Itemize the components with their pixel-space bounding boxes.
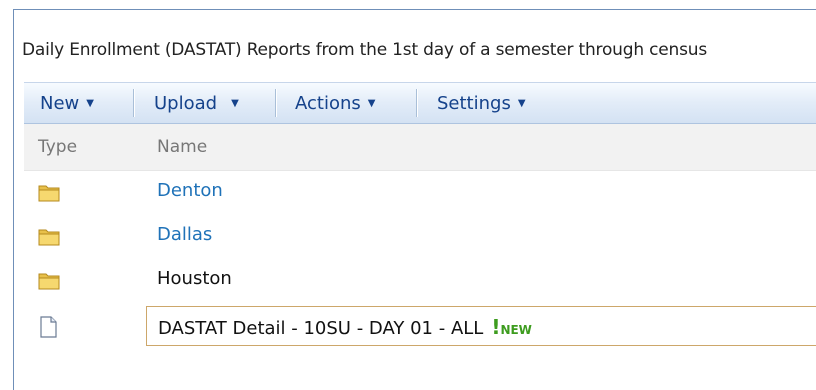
toolbar-separator xyxy=(275,89,276,117)
chevron-down-icon: ▼ xyxy=(517,97,526,109)
folder-icon[interactable] xyxy=(38,182,60,202)
column-header-name[interactable]: Name xyxy=(157,137,207,157)
list-header-row: Type Name xyxy=(24,124,816,171)
toolbar-separator xyxy=(416,89,417,117)
list-item: Denton xyxy=(24,170,816,214)
new-menu-label: New xyxy=(40,92,80,114)
list-item: Houston xyxy=(24,258,816,302)
file-link-dastat-detail[interactable]: DASTAT Detail - 10SU - DAY 01 - ALL xyxy=(158,318,483,339)
library-description: Daily Enrollment (DASTAT) Reports from t… xyxy=(22,40,707,60)
new-menu-button[interactable]: New ▼ xyxy=(40,83,94,123)
document-icon[interactable] xyxy=(38,316,58,338)
chevron-down-icon: ▼ xyxy=(367,97,376,109)
actions-menu-label: Actions xyxy=(295,92,361,114)
upload-menu-button[interactable]: Upload ▼ xyxy=(154,83,239,123)
folder-icon[interactable] xyxy=(38,270,60,290)
file-name-container: DASTAT Detail - 10SU - DAY 01 - ALL !NEW xyxy=(158,315,532,339)
list-toolbar: New ▼ Upload ▼ Actions ▼ Settings ▼ xyxy=(24,82,816,124)
new-badge-text: NEW xyxy=(500,323,532,337)
settings-menu-button[interactable]: Settings ▼ xyxy=(437,83,526,123)
column-header-type[interactable]: Type xyxy=(38,137,77,157)
list-item: Dallas xyxy=(24,214,816,258)
folder-icon[interactable] xyxy=(38,226,60,246)
upload-menu-label: Upload xyxy=(154,92,218,114)
toolbar-separator xyxy=(133,89,134,117)
chevron-down-icon: ▼ xyxy=(231,97,239,109)
chevron-down-icon: ▼ xyxy=(86,97,94,109)
folder-link-denton[interactable]: Denton xyxy=(157,180,223,201)
folder-link-dallas[interactable]: Dallas xyxy=(157,224,212,245)
selected-file-row[interactable]: DASTAT Detail - 10SU - DAY 01 - ALL !NEW xyxy=(146,306,816,346)
folder-link-houston[interactable]: Houston xyxy=(157,268,232,289)
settings-menu-label: Settings xyxy=(437,92,511,114)
actions-menu-button[interactable]: Actions ▼ xyxy=(295,83,375,123)
new-badge: !NEW xyxy=(491,315,532,339)
